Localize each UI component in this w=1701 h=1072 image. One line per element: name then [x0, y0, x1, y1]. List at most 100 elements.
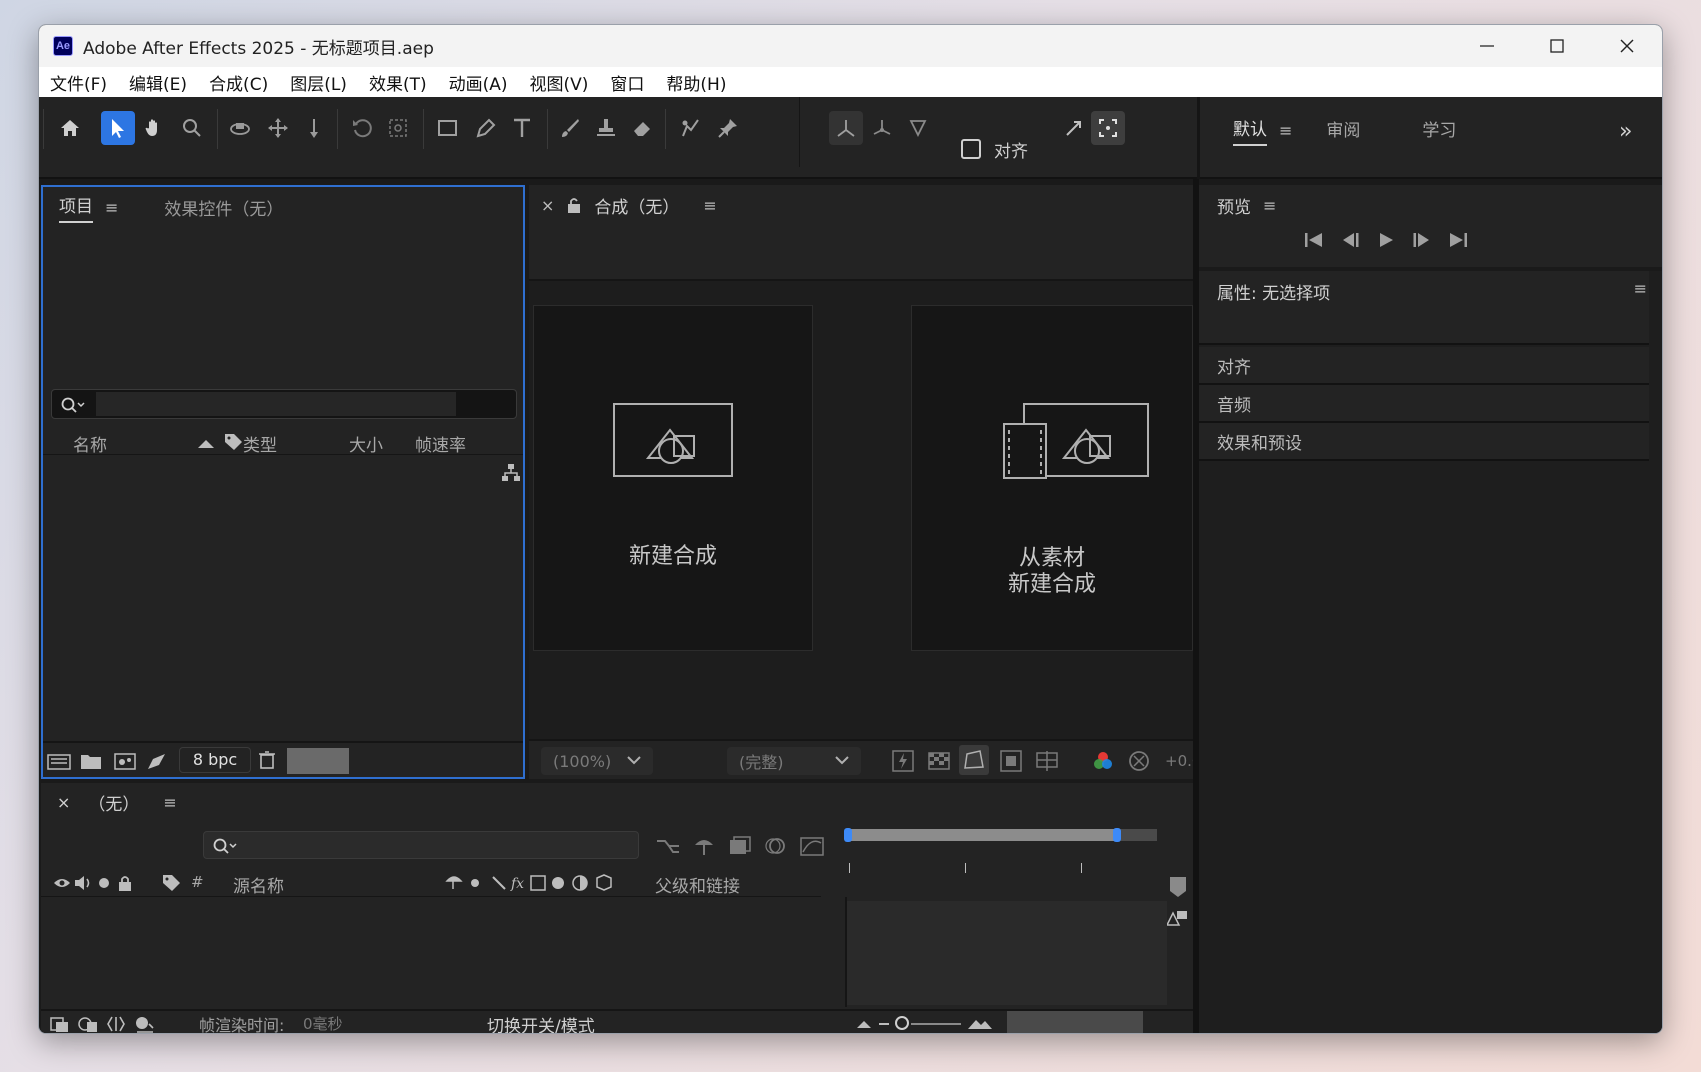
in-out-icon[interactable] [105, 1014, 127, 1034]
work-area-bar[interactable] [844, 827, 1157, 843]
snap-feature-button[interactable] [1091, 111, 1125, 145]
color-channels-icon[interactable] [1091, 749, 1115, 773]
snap-options-button[interactable] [1057, 111, 1091, 145]
frame-blending-icon[interactable] [727, 835, 753, 857]
solo-dot-icon[interactable] [97, 876, 111, 890]
menu-help[interactable]: 帮助(H) [655, 70, 737, 95]
column-source-name[interactable]: 源名称 [233, 872, 284, 897]
zoom-out-mountain-icon[interactable] [855, 1018, 873, 1030]
column-name[interactable]: 名称 [73, 431, 107, 456]
menu-composition[interactable]: 合成(C) [198, 70, 279, 95]
local-axis-mode-button[interactable] [829, 111, 863, 145]
menu-file[interactable]: 文件(F) [39, 70, 118, 95]
work-area-start-handle[interactable] [844, 828, 852, 842]
properties-panel-menu-icon[interactable]: ≡ [1634, 279, 1647, 298]
play-icon[interactable] [1375, 231, 1397, 249]
layer-switches-toggle-icon[interactable] [49, 1014, 71, 1034]
effects-presets-panel-row[interactable]: 效果和预设 [1199, 423, 1649, 461]
project-panel-menu-icon[interactable]: ≡ [105, 198, 118, 217]
type-tool[interactable] [505, 111, 539, 145]
column-frame-rate[interactable]: 帧速率 [415, 431, 466, 456]
orbit-camera-tool[interactable] [223, 111, 257, 145]
last-frame-icon[interactable] [1447, 231, 1469, 249]
lock-icon[interactable] [566, 196, 582, 214]
menu-layer[interactable]: 图层(L) [279, 70, 358, 95]
workspace-overflow-icon[interactable]: » [1619, 119, 1632, 144]
label-tag-icon[interactable] [223, 432, 243, 452]
label-tag-icon[interactable] [161, 873, 181, 893]
next-frame-icon[interactable] [1411, 231, 1433, 249]
home-button[interactable] [53, 111, 87, 145]
render-time-icon[interactable] [133, 1014, 157, 1034]
video-eye-icon[interactable] [53, 876, 71, 890]
comp-marker-bin-icon[interactable] [1167, 875, 1189, 899]
hand-tool[interactable] [137, 111, 171, 145]
fast-previews-icon[interactable] [891, 749, 915, 773]
preview-panel-title[interactable]: 预览 [1217, 193, 1251, 218]
roto-brush-tool[interactable] [673, 111, 707, 145]
workspace-menu-icon[interactable]: ≡ [1279, 121, 1292, 140]
snapping-checkbox[interactable] [961, 139, 981, 159]
menu-edit[interactable]: 编辑(E) [118, 70, 198, 95]
workspace-tab-default[interactable]: 默认 [1233, 115, 1267, 146]
composition-flowchart-icon[interactable] [655, 835, 681, 857]
dolly-camera-tool[interactable] [297, 111, 331, 145]
anchor-point-tool[interactable] [381, 111, 415, 145]
view-axis-mode-button[interactable] [901, 111, 935, 145]
first-frame-icon[interactable] [1303, 231, 1325, 249]
preview-panel-menu-icon[interactable]: ≡ [1263, 196, 1276, 215]
zoom-slider-track[interactable] [911, 1023, 961, 1025]
audio-speaker-icon[interactable] [73, 874, 93, 892]
motion-blur-icon[interactable] [763, 835, 789, 857]
rectangle-tool[interactable] [431, 111, 465, 145]
new-composition-card[interactable]: 新建合成 [533, 305, 813, 651]
region-of-interest-icon[interactable] [999, 749, 1023, 773]
flowchart-icon[interactable] [501, 463, 521, 483]
new-composition-icon[interactable] [113, 751, 137, 771]
clone-stamp-tool[interactable] [589, 111, 623, 145]
project-search-input[interactable] [51, 389, 517, 419]
new-folder-icon[interactable] [79, 751, 103, 771]
pen-tool[interactable] [469, 111, 503, 145]
column-size[interactable]: 大小 [349, 431, 383, 456]
menu-animation[interactable]: 动画(A) [438, 70, 519, 95]
trash-icon[interactable] [257, 749, 277, 771]
selection-tool[interactable] [101, 111, 135, 145]
close-button[interactable] [1592, 25, 1662, 67]
bit-depth-button[interactable]: 8 bpc [179, 747, 251, 773]
layer-switches-icons[interactable]: fx [445, 873, 625, 893]
resolution-dropdown[interactable]: (完整) [727, 747, 861, 775]
zoom-tool[interactable] [175, 111, 209, 145]
audio-panel-row[interactable]: 音频 [1199, 385, 1649, 423]
column-layer-number[interactable]: # [191, 873, 204, 891]
transfer-controls-icon[interactable] [77, 1014, 99, 1034]
timeline-track-area[interactable] [847, 901, 1167, 1005]
tab-effect-controls[interactable]: 效果控件（无） [164, 195, 283, 220]
lock-icon[interactable] [117, 874, 133, 892]
composition-panel-menu-icon[interactable]: ≡ [703, 196, 716, 215]
workspace-tab-learn[interactable]: 学习 [1422, 116, 1456, 145]
world-axis-mode-button[interactable] [865, 111, 899, 145]
sort-ascending-icon[interactable] [197, 437, 215, 449]
timeline-panel-menu-icon[interactable]: ≡ [163, 793, 176, 812]
time-ruler[interactable] [847, 845, 1157, 897]
close-comp-tab-icon[interactable]: × [541, 196, 554, 215]
align-panel-row[interactable]: 对齐 [1199, 347, 1649, 385]
zoom-in-mountain-icon[interactable] [967, 1016, 993, 1030]
reset-exposure-icon[interactable] [1127, 749, 1151, 773]
timeline-scrollbar[interactable] [1007, 1011, 1143, 1033]
previous-frame-icon[interactable] [1339, 231, 1361, 249]
workspace-tab-review[interactable]: 审阅 [1326, 116, 1360, 145]
close-timeline-tab-icon[interactable]: × [57, 793, 70, 812]
brush-tool[interactable] [553, 111, 587, 145]
minimize-button[interactable] [1452, 25, 1522, 67]
puppet-pin-tool[interactable] [711, 111, 745, 145]
shy-layers-icon[interactable] [691, 835, 717, 857]
eraser-tool[interactable] [625, 111, 659, 145]
menu-effect[interactable]: 效果(T) [358, 70, 438, 95]
composition-tab-title[interactable]: 合成（无） [594, 193, 679, 218]
mask-visibility-button[interactable] [959, 745, 989, 775]
tab-project[interactable]: 项目 [59, 192, 93, 223]
menu-view[interactable]: 视图(V) [519, 70, 600, 95]
work-area-end-handle[interactable] [1112, 828, 1121, 842]
